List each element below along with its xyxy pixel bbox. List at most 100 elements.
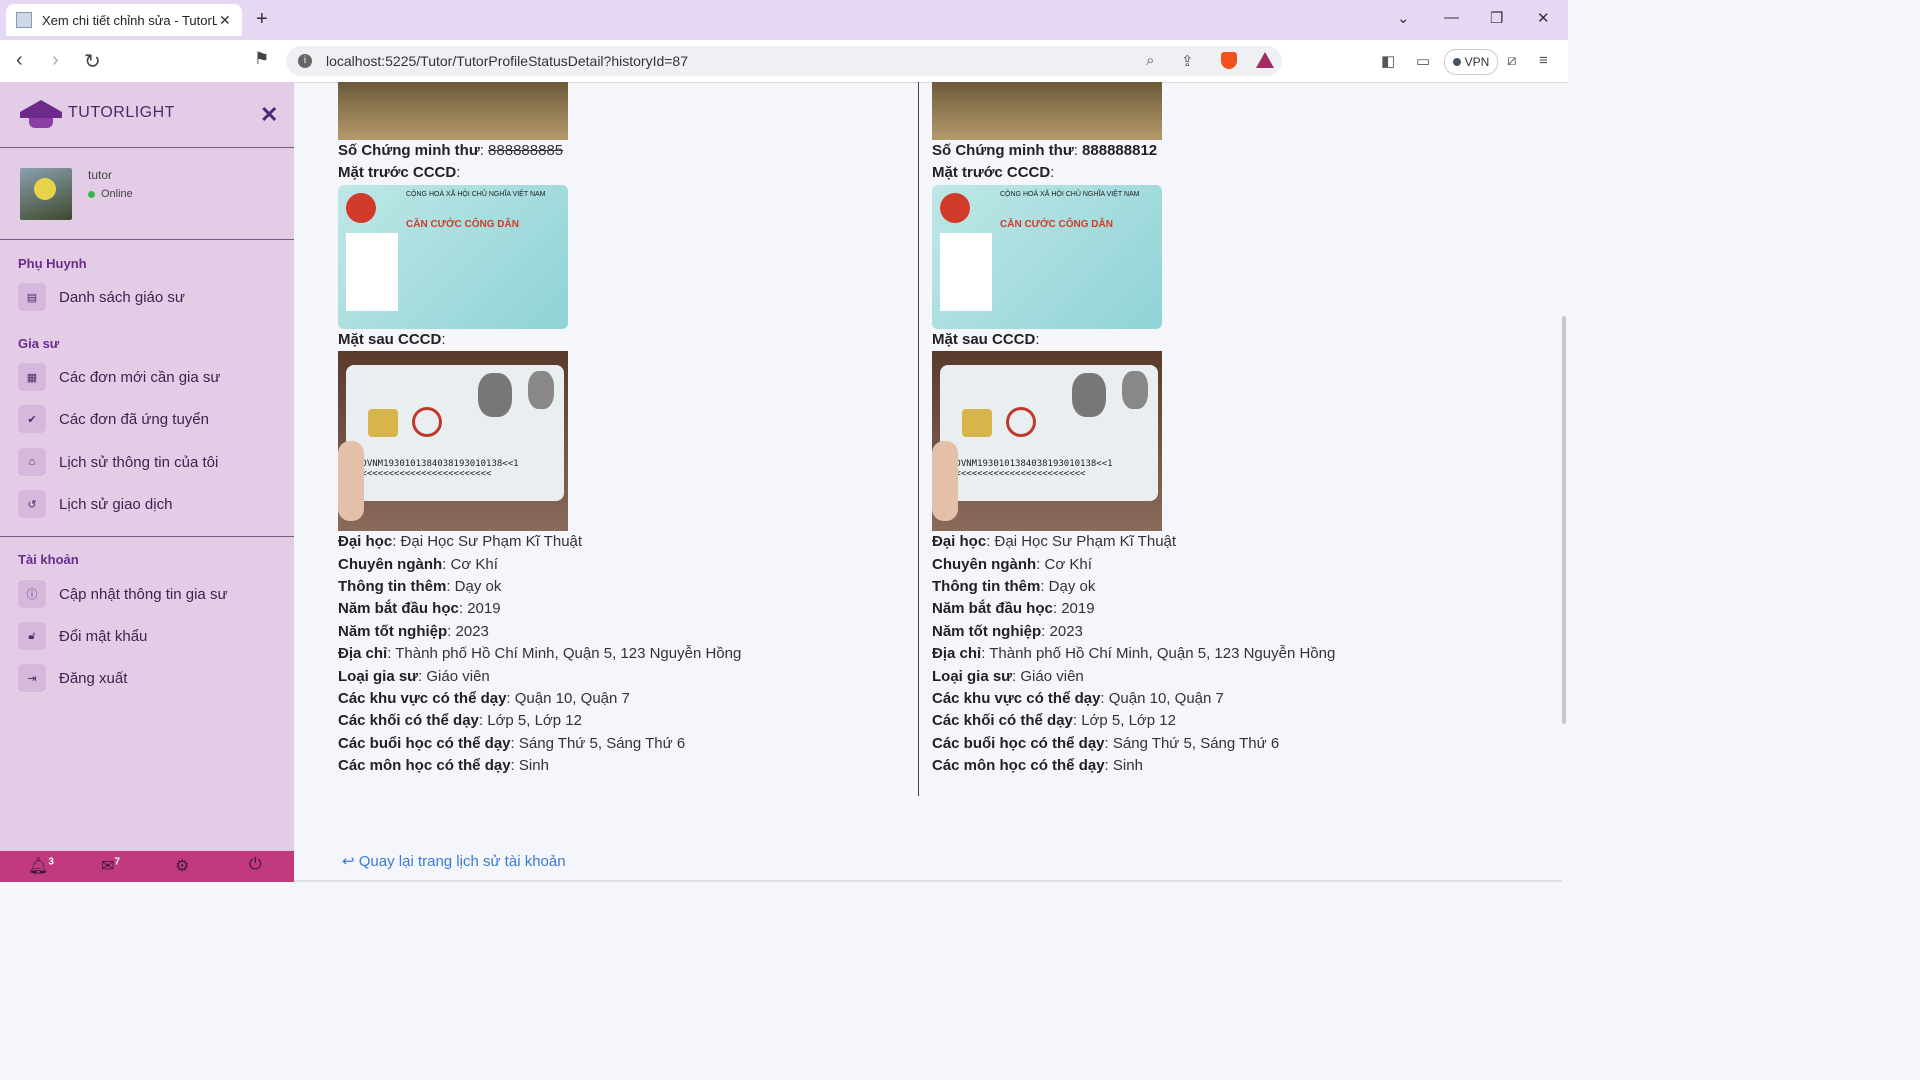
- forward-icon[interactable]: ›: [52, 49, 59, 72]
- leo-ai-icon[interactable]: ⧄: [1507, 52, 1517, 69]
- new-profile-column: Số Chứng minh thư: 888888812 Mặt trước C…: [932, 82, 1335, 777]
- brand-name: TUTORLIGHT: [68, 104, 175, 121]
- zoom-icon[interactable]: ⌕: [1146, 52, 1154, 69]
- sidebar-item-new-requests[interactable]: ▦ Các đơn mới cần gia sư: [18, 363, 220, 391]
- id-card-front-image: CỘNG HOÀ XÃ HỘI CHỦ NGHĨA VIỆT NAM CĂN C…: [338, 184, 568, 329]
- share-icon[interactable]: ⇪: [1181, 52, 1194, 70]
- tab-close-icon[interactable]: ✕: [219, 12, 231, 29]
- national-emblem-icon: [346, 192, 376, 223]
- tutor-type-row: Loại gia sư: Giáo viên: [338, 667, 490, 685]
- page-favicon-icon: [16, 12, 32, 28]
- id-number-row: Số Chứng minh thư: 888888812: [932, 142, 1158, 159]
- settings-button[interactable]: ⚙: [175, 856, 189, 876]
- user-status: Online: [88, 188, 133, 200]
- notifications-button[interactable]: 🔔︎3: [28, 856, 54, 876]
- sidebar-item-tutor-list[interactable]: ▤ Danh sách giáo sư: [18, 283, 185, 311]
- sidebar-item-label: Các đơn đã ứng tuyển: [59, 410, 209, 428]
- messages-button[interactable]: ✉7: [101, 856, 120, 876]
- url-text[interactable]: localhost:5225/Tutor/TutorProfileStatusD…: [326, 53, 688, 69]
- sidebar-close-button[interactable]: ✕: [260, 102, 278, 128]
- major-row: Chuyên ngành: Cơ Khí: [338, 555, 498, 573]
- horizontal-scrollbar[interactable]: [294, 880, 1562, 882]
- field-label: Số Chứng minh thư: [932, 142, 1074, 159]
- envelope-icon: ✉: [101, 858, 115, 875]
- vertical-scrollbar[interactable]: [1562, 316, 1566, 724]
- sidebar-toggle-icon[interactable]: ◧: [1381, 52, 1395, 70]
- id-card-front-image: CỘNG HOÀ XÃ HỘI CHỦ NGHĨA VIỆT NAM CĂN C…: [932, 184, 1162, 329]
- sidebar-footer: 🔔︎3 ✉7 ⚙ ⏻: [0, 851, 294, 882]
- bookmark-icon[interactable]: ⚑: [254, 49, 269, 69]
- vpn-label: VPN: [1464, 55, 1490, 69]
- user-name: tutor: [88, 168, 113, 182]
- back-to-history-link[interactable]: ↩ Quay lại trang lịch sử tài khoản: [342, 852, 566, 870]
- minimize-icon[interactable]: —: [1444, 9, 1459, 26]
- browser-tab[interactable]: Xem chi tiết chỉnh sửa - TutorLight ✕: [6, 4, 242, 36]
- tab-list-chevron-icon[interactable]: ⌄: [1397, 9, 1410, 27]
- fingerprint-icon: [1122, 371, 1148, 410]
- old-profile-column: Số Chứng minh thư: 888888885 Mặt trước C…: [338, 82, 741, 777]
- seal-icon: [1006, 407, 1036, 438]
- card-title: CĂN CƯỚC CÔNG DÂN: [1000, 218, 1113, 230]
- chip-icon: [962, 409, 992, 438]
- id-card-icon: ▤: [18, 283, 46, 311]
- browser-toolbar: ‹ › ↻ ⚑ i localhost:5225/Tutor/TutorProf…: [0, 40, 1568, 83]
- national-emblem-icon: [940, 192, 970, 223]
- sidebar-item-my-history[interactable]: ⌂ Lịch sử thông tin của tôi: [18, 448, 218, 476]
- mrz-text: IDVNM1930101384038193010138<<1 <<<<<<<<<<…: [356, 459, 519, 480]
- address-row: Địa chỉ: Thành phố Hồ Chí Minh, Quận 5, …: [338, 645, 742, 663]
- reload-icon[interactable]: ↻: [84, 49, 101, 74]
- power-button[interactable]: ⏻: [249, 856, 262, 874]
- address-bar[interactable]: i localhost:5225/Tutor/TutorProfileStatu…: [286, 46, 1282, 76]
- avatar-photo-old: [338, 82, 568, 140]
- menu-icon[interactable]: ≡: [1539, 52, 1548, 69]
- sidebar-item-change-password[interactable]: 🔓︎ Đổi mật khẩu: [18, 622, 147, 650]
- sidebar-item-update-profile[interactable]: ⓘ Cập nhật thông tin gia sư: [18, 580, 228, 608]
- front-id-label: Mặt trước CCCD:: [338, 164, 461, 182]
- window-close-icon[interactable]: ✕: [1537, 9, 1550, 27]
- extra-row: Thông tin thêm: Dạy ok: [338, 577, 502, 595]
- address-row: Địa chỉ: Thành phố Hồ Chí Minh, Quận 5, …: [932, 645, 1336, 663]
- major-row: Chuyên ngành: Cơ Khí: [932, 555, 1092, 573]
- site-info-icon[interactable]: i: [298, 54, 312, 68]
- tutor-type-row: Loại gia sư: Giáo viên: [932, 667, 1084, 685]
- chip-icon: [368, 409, 398, 438]
- card-photo: [940, 232, 992, 311]
- bell-icon: 🔔︎: [28, 858, 49, 875]
- power-icon: ⏻: [249, 856, 262, 873]
- sign-out-icon: ⇥: [18, 664, 46, 692]
- divider: [0, 536, 294, 537]
- areas-row: Các khu vực có thể dạy: Quận 10, Quận 7: [932, 689, 1224, 707]
- sidebar-item-label: Danh sách giáo sư: [59, 288, 185, 306]
- card-photo: [346, 232, 398, 311]
- wallet-icon[interactable]: ▭: [1416, 52, 1430, 70]
- browser-tab-strip: Xem chi tiết chỉnh sửa - TutorLight ✕ + …: [0, 0, 1568, 40]
- online-dot-icon: [88, 190, 95, 198]
- grad-year-row: Năm tốt nghiệp: 2023: [338, 622, 489, 640]
- fingerprint-icon: [528, 371, 554, 410]
- avatar-photo-new: [932, 82, 1162, 140]
- sidebar-item-transactions[interactable]: ↺ Lịch sử giao dịch: [18, 490, 172, 518]
- vpn-button[interactable]: VPN: [1444, 49, 1498, 75]
- brand-logo[interactable]: TUTORLIGHT: [20, 98, 175, 128]
- back-icon[interactable]: ‹: [16, 49, 23, 72]
- field-value: 888888812: [1082, 142, 1158, 159]
- back-link-label: Quay lại trang lịch sử tài khoản: [358, 853, 566, 870]
- grades-row: Các khối có thể dạy: Lớp 5, Lớp 12: [338, 712, 582, 730]
- restore-icon[interactable]: ❐: [1490, 9, 1503, 27]
- tab-title: Xem chi tiết chỉnh sửa - TutorLight: [42, 12, 217, 28]
- sidebar-item-logout[interactable]: ⇥ Đăng xuất: [18, 664, 127, 692]
- inbox-icon: ⌂: [18, 448, 46, 476]
- section-title-tutor: Gia sư: [18, 336, 60, 351]
- brave-rewards-icon[interactable]: [1256, 52, 1274, 68]
- extra-row: Thông tin thêm: Dạy ok: [932, 577, 1096, 595]
- back-id-label: Mặt sau CCCD:: [932, 330, 1040, 348]
- card-header: CỘNG HOÀ XÃ HỘI CHỦ NGHĨA VIỆT NAM: [1000, 190, 1140, 198]
- new-tab-button[interactable]: +: [256, 8, 268, 31]
- brave-shields-icon[interactable]: [1221, 52, 1237, 69]
- sessions-row: Các buổi học có thể dạy: Sáng Thứ 5, Sán…: [932, 734, 1280, 752]
- fingerprint-icon: [1072, 373, 1106, 418]
- mrz-text: IDVNM1930101384038193010138<<1 <<<<<<<<<<…: [950, 459, 1113, 480]
- notifications-count: 3: [48, 856, 54, 868]
- field-value: 888888885: [488, 142, 564, 159]
- sidebar-item-applied[interactable]: ✔ Các đơn đã ứng tuyển: [18, 405, 209, 433]
